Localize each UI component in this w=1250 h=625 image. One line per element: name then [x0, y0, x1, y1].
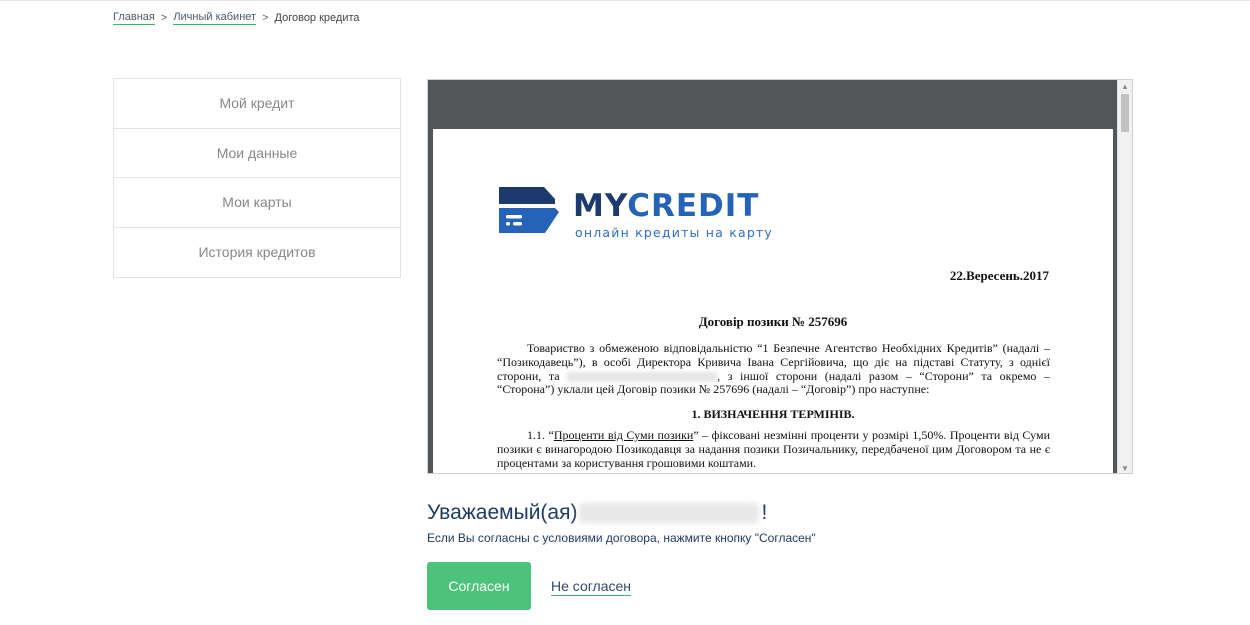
breadcrumb-current: Договор кредита: [274, 12, 360, 24]
contract-date: 22.Вересень.2017: [949, 268, 1049, 283]
sidebar-item-my-cards[interactable]: Мои карты: [114, 178, 400, 228]
clause-number: 1.1. “: [527, 428, 554, 442]
logo-brand-credit: CREDIT: [627, 188, 760, 224]
agreement-instruction: Если Вы согласны с условиями договора, н…: [427, 531, 816, 545]
scroll-up-arrow-icon[interactable]: ▲: [1121, 82, 1129, 91]
sidebar-item-credit-history[interactable]: История кредитов: [114, 228, 400, 278]
disagree-link[interactable]: Не согласен: [551, 578, 632, 596]
breadcrumb: Главная > Личный кабинет > Договор креди…: [113, 11, 360, 25]
breadcrumb-separator: >: [160, 12, 168, 24]
document-page: MYCREDIT онлайн кредиты на карту 22.Вере…: [433, 129, 1113, 473]
top-divider: [0, 0, 1250, 1]
redacted-user-name: [579, 503, 760, 523]
logo-brand-my: MY: [573, 188, 628, 224]
scroll-down-arrow-icon[interactable]: ▼: [1121, 464, 1129, 473]
agree-button[interactable]: Согласен: [427, 562, 531, 610]
contract-title: Договір позики № 257696: [698, 314, 848, 329]
contract-document-viewer[interactable]: MYCREDIT онлайн кредиты на карту 22.Вере…: [427, 79, 1133, 474]
document-scrollbar[interactable]: ▲ ▼: [1117, 80, 1132, 473]
sidebar-menu: Мой кредит Мои данные Мои карты История …: [113, 78, 401, 278]
contract-paragraph-parties: Товариство з обмеженою відповідальністю …: [497, 341, 1050, 397]
logo-tagline: онлайн кредиты на карту: [575, 225, 774, 240]
card-logo-icon: [499, 187, 559, 233]
breadcrumb-home-link[interactable]: Главная: [113, 11, 155, 25]
sidebar-item-my-credit[interactable]: Мой кредит: [114, 79, 400, 129]
redacted-borrower-name: [567, 371, 718, 382]
greeting-suffix: !: [761, 501, 768, 524]
greeting-heading: Уважаемый(ая) !: [427, 501, 767, 525]
logo-brand-text: MYCREDIT: [573, 189, 759, 223]
breadcrumb-cabinet-link[interactable]: Личный кабинет: [173, 11, 257, 25]
scroll-thumb[interactable]: [1121, 94, 1129, 132]
sidebar-item-my-data[interactable]: Мои данные: [114, 129, 400, 178]
breadcrumb-separator: >: [262, 12, 269, 24]
section-heading: 1. ВИЗНАЧЕННЯ ТЕРМІНІВ.: [691, 407, 855, 421]
greeting-prefix: Уважаемый(ая): [427, 501, 578, 524]
contract-paragraph-definitions: 1.1. “Проценти від Суми позики” – фіксов…: [497, 428, 1050, 470]
defined-term: Проценти від Суми позики: [553, 428, 694, 442]
